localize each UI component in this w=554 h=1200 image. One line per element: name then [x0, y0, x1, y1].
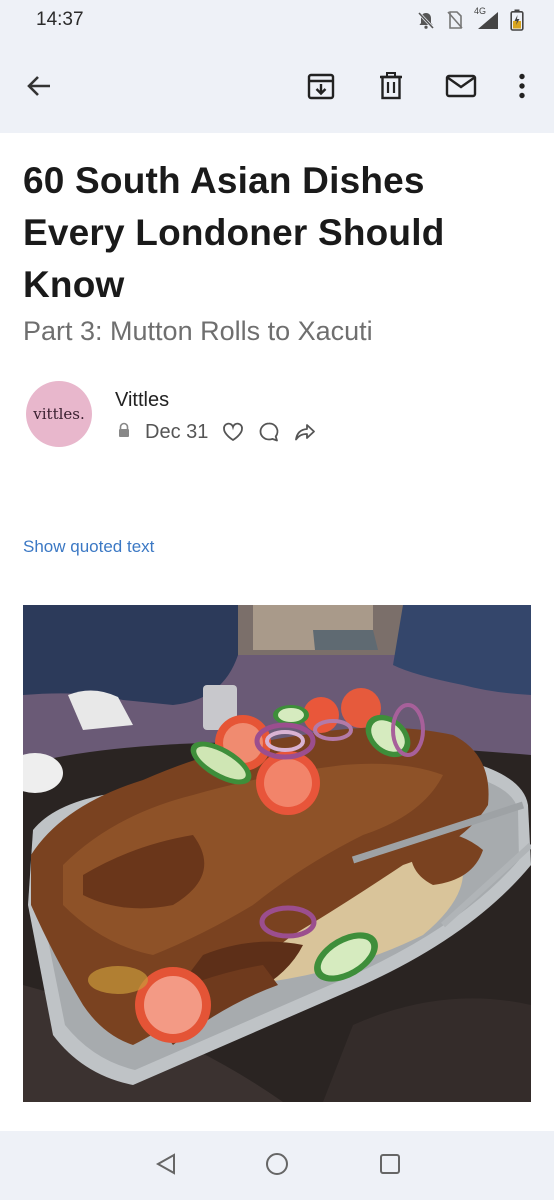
back-triangle-icon: [155, 1152, 177, 1180]
lock-icon: [117, 422, 131, 443]
notifications-off-icon: [416, 10, 436, 30]
status-bar: 14:37 4G: [0, 0, 554, 40]
heart-icon[interactable]: [222, 422, 244, 442]
email-content: 60 South Asian Dishes Every Londoner Sho…: [0, 133, 554, 1131]
archive-icon: [307, 72, 335, 100]
email-date: Dec 31: [145, 420, 209, 443]
back-arrow-icon: [26, 75, 52, 97]
home-circle-icon: [265, 1152, 289, 1181]
no-sim-icon: [446, 10, 464, 30]
delete-button[interactable]: [373, 68, 409, 104]
mark-unread-button[interactable]: [443, 68, 479, 104]
signal-4g-icon: 4G: [474, 6, 500, 30]
network-label: 4G: [474, 6, 487, 16]
navigation-bar: [0, 1131, 554, 1200]
show-quoted-text-link[interactable]: Show quoted text: [23, 537, 154, 557]
email-meta-row: Dec 31: [117, 419, 330, 445]
nav-recents-button[interactable]: [375, 1151, 405, 1181]
email-title: 60 South Asian Dishes Every Londoner Sho…: [23, 160, 445, 305]
app-bar: [0, 40, 554, 133]
nav-back-button[interactable]: [151, 1151, 181, 1181]
more-options-button[interactable]: [504, 68, 540, 104]
back-button[interactable]: [21, 68, 57, 104]
comment-icon[interactable]: [258, 421, 280, 443]
delete-icon: [379, 72, 403, 100]
status-icons: 4G: [416, 6, 524, 31]
mark-unread-icon: [445, 74, 477, 98]
avatar-text: vittles.: [33, 405, 85, 423]
more-options-icon: [518, 73, 526, 99]
share-icon[interactable]: [294, 422, 316, 442]
avatar[interactable]: vittles.: [26, 381, 92, 447]
archive-button[interactable]: [303, 68, 339, 104]
sender-name[interactable]: Vittles: [115, 389, 169, 412]
status-time: 14:37: [36, 9, 84, 30]
recents-square-icon: [379, 1153, 401, 1180]
nav-home-button[interactable]: [262, 1151, 292, 1181]
battery-charging-icon: [510, 9, 524, 31]
food-photo: [23, 605, 531, 1102]
email-subtitle: Part 3: Mutton Rolls to Xacuti: [23, 316, 373, 346]
